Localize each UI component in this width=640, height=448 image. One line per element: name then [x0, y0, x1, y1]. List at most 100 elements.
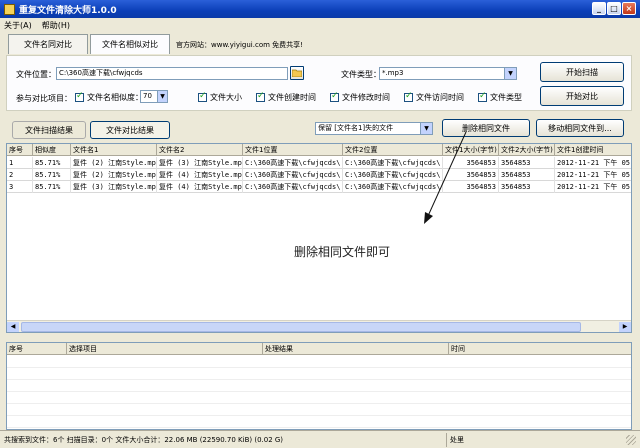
scan-result-button[interactable]: 文件扫描结果 [12, 121, 86, 139]
status-right: 处里 [450, 436, 464, 444]
app-icon [4, 3, 15, 15]
location-input[interactable]: C:\360高速下载\cfwjqcds [56, 67, 288, 80]
opt-type[interactable]: 文件类型 [478, 91, 522, 103]
table-cell: 2012-11-21 下午 05 [555, 157, 631, 169]
opt-accessed[interactable]: 文件访问时间 [404, 91, 464, 103]
compare-label: 参与对比项目： [16, 94, 72, 103]
maximize-button[interactable]: □ [607, 2, 621, 15]
chevron-down-icon: ▼ [157, 91, 167, 102]
table-cell: 2012-11-21 下午 05 [555, 169, 631, 181]
scroll-thumb[interactable] [21, 322, 581, 332]
resize-grip-icon[interactable] [626, 435, 636, 445]
table-cell: 复件 (2) 江南Style.mp3 [73, 157, 157, 169]
start-compare-button[interactable]: 开始对比 [540, 86, 624, 106]
opt-filesize[interactable]: 文件大小 [198, 91, 242, 103]
col-header[interactable]: 文件名1 [71, 144, 157, 156]
table-cell: 3564853 [499, 157, 555, 169]
status-divider [446, 433, 447, 447]
compare-result-button[interactable]: 文件对比结果 [90, 121, 170, 139]
location-label: 文件位置： [16, 70, 56, 79]
table-cell: C:\360高速下载\cfwjqcds\ [243, 157, 343, 169]
checkbox-icon[interactable] [404, 91, 413, 102]
keep-value: 保留 [文件名1]失的文件 [318, 124, 394, 132]
close-button[interactable]: × [622, 2, 636, 15]
start-scan-button[interactable]: 开始扫描 [540, 62, 624, 82]
title-bar: 重复文件清除大师1.0.0 _ □ × [0, 0, 640, 18]
col-header[interactable]: 文件1位置 [243, 144, 343, 156]
checkbox-icon[interactable] [198, 91, 207, 102]
table-cell: 1 [7, 157, 33, 169]
opt-label: 文件修改时间 [342, 93, 390, 102]
website-link[interactable]: 官方网站：www.yiyigui.com 免费共享! [176, 40, 303, 50]
table-cell: 复件 (3) 江南Style.mp3 [159, 157, 243, 169]
col-header[interactable]: 序号 [7, 144, 33, 156]
opt-label: 文件大小 [210, 93, 242, 102]
browse-folder-button[interactable] [290, 66, 304, 80]
table-row[interactable]: 2 85.71% 复件 (2) 江南Style.mp3 复件 (4) 江南Sty… [7, 169, 631, 181]
table-cell: 复件 (3) 江南Style.mp3 [73, 181, 157, 193]
col-header[interactable]: 文件名2 [157, 144, 243, 156]
table-row[interactable]: 1 85.71% 复件 (2) 江南Style.mp3 复件 (3) 江南Sty… [7, 157, 631, 169]
table-cell: 3564853 [499, 169, 555, 181]
col-header[interactable]: 选择项目 [67, 343, 263, 355]
chevron-down-icon: ▼ [504, 68, 516, 79]
col-header[interactable]: 处理结果 [263, 343, 449, 355]
table-cell: 复件 (4) 江南Style.mp3 [159, 169, 243, 181]
minimize-button[interactable]: _ [592, 2, 606, 15]
table-cell: 85.71% [33, 181, 71, 193]
annotation-text: 删除相同文件即可 [294, 245, 391, 259]
log-header: 序号 选择项目 处理结果 时间 [7, 343, 631, 355]
tab-filename-same[interactable]: 文件名同对比 [8, 34, 88, 54]
table-cell: 2 [7, 169, 33, 181]
horizontal-scrollbar[interactable]: ◀ ▶ [7, 320, 631, 332]
checkbox-icon[interactable] [256, 91, 265, 102]
similarity-select[interactable]: 70 ▼ [140, 90, 168, 103]
opt-created[interactable]: 文件创建时间 [256, 91, 316, 103]
table-cell: 2012-11-21 下午 05 [555, 181, 631, 193]
window-title: 重复文件清除大师1.0.0 [19, 5, 117, 16]
status-bar: 共搜索到文件：6个 扫描目录：0个 文件大小合计：22.06 MB (22590… [0, 430, 640, 448]
col-header[interactable]: 文件2大小(字节) [499, 144, 555, 156]
col-header[interactable]: 序号 [7, 343, 67, 355]
result-table[interactable]: 序号 相似度 文件名1 文件名2 文件1位置 文件2位置 文件1大小(字节) 文… [6, 143, 632, 333]
opt-label: 文件类型 [490, 93, 522, 102]
annotation-arrow [424, 131, 467, 224]
move-same-button[interactable]: 移动相同文件到... [536, 119, 624, 137]
opt-modified[interactable]: 文件修改时间 [330, 91, 390, 103]
menu-help[interactable]: 帮助(H) [42, 20, 70, 31]
table-cell: 85.71% [33, 169, 71, 181]
col-header[interactable]: 时间 [449, 343, 631, 355]
splitter[interactable] [6, 336, 632, 340]
log-body [7, 356, 631, 429]
scroll-left-icon[interactable]: ◀ [7, 322, 19, 332]
menu-about[interactable]: 关于(A) [4, 20, 32, 31]
similarity-value: 70 [143, 92, 152, 100]
filetype-label: 文件类型： [341, 70, 381, 79]
filetype-select[interactable]: *.mp3 ▼ [379, 67, 517, 80]
table-header: 序号 相似度 文件名1 文件名2 文件1位置 文件2位置 文件1大小(字节) 文… [7, 144, 631, 156]
table-cell: 3 [7, 181, 33, 193]
table-cell: C:\360高速下载\cfwjqcds\ [243, 181, 343, 193]
folder-icon [292, 69, 302, 77]
table-cell: 复件 (2) 江南Style.mp3 [73, 169, 157, 181]
checkbox-icon[interactable] [75, 91, 84, 102]
table-cell: 复件 (4) 江南Style.mp3 [159, 181, 243, 193]
opt-label: 文件访问时间 [416, 93, 464, 102]
opt-label: 文件创建时间 [268, 93, 316, 102]
tab-filename-similar[interactable]: 文件名相似对比 [90, 34, 170, 54]
scroll-right-icon[interactable]: ▶ [619, 322, 631, 332]
checkbox-icon[interactable] [330, 91, 339, 102]
table-row[interactable]: 3 85.71% 复件 (3) 江南Style.mp3 复件 (4) 江南Sty… [7, 181, 631, 193]
filetype-value: *.mp3 [382, 69, 404, 77]
log-table[interactable]: 序号 选择项目 处理结果 时间 [6, 342, 632, 430]
table-cell: C:\360高速下载\cfwjqcds\ [243, 169, 343, 181]
table-cell: 85.71% [33, 157, 71, 169]
col-header[interactable]: 相似度 [33, 144, 71, 156]
col-header[interactable]: 文件1创建时间 [555, 144, 631, 156]
similarity-label: 文件名相似度： [87, 93, 143, 102]
menu-bar: 关于(A) 帮助(H) [0, 18, 640, 32]
similarity-option[interactable]: 文件名相似度： [75, 91, 143, 103]
checkbox-icon[interactable] [478, 91, 487, 102]
table-cell: 3564853 [499, 181, 555, 193]
keep-select[interactable]: 保留 [文件名1]失的文件 ▼ [315, 122, 433, 135]
